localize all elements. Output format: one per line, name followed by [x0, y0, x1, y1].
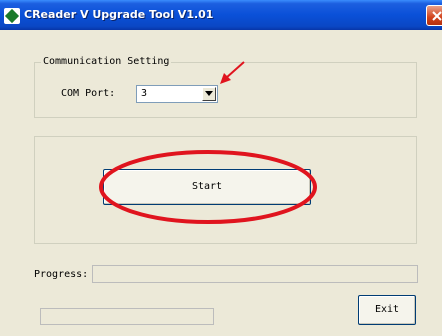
progress-bar	[92, 265, 418, 283]
start-button[interactable]: Start	[103, 169, 311, 205]
app-icon	[4, 8, 20, 24]
com-port-value: 3	[141, 88, 148, 99]
com-port-select[interactable]: 3	[136, 85, 218, 103]
com-port-label: COM Port:	[61, 88, 116, 99]
com-port-dropdown-button[interactable]	[202, 87, 216, 101]
secondary-progress-bar	[40, 308, 214, 325]
progress-label: Progress:	[34, 269, 89, 280]
close-icon	[432, 11, 442, 21]
title-bar[interactable]: CReader V Upgrade Tool V1.01	[0, 0, 442, 30]
window-title: CReader V Upgrade Tool V1.01	[24, 8, 214, 21]
exit-button[interactable]: Exit	[358, 295, 416, 325]
close-button[interactable]	[426, 5, 442, 26]
communication-setting-title: Communication Setting	[41, 56, 172, 67]
chevron-down-icon	[205, 91, 213, 96]
